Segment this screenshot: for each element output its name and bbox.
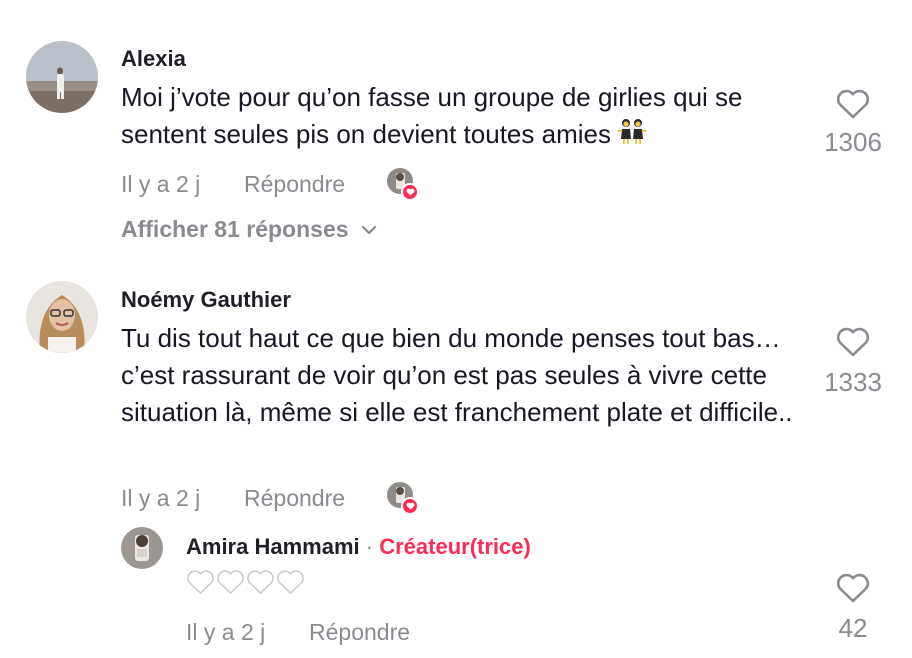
like-count: 1333: [824, 367, 882, 397]
reply-username[interactable]: Amira Hammami: [186, 534, 360, 559]
view-replies-label: Afficher 81 réponses: [121, 216, 349, 242]
view-replies-button[interactable]: Afficher 81 réponses: [121, 216, 377, 243]
avatar[interactable]: [26, 41, 98, 113]
white-heart-emoji: [276, 569, 305, 601]
heart-badge-icon: [401, 497, 419, 515]
reply-timestamp: Il y a 2 j: [186, 619, 266, 645]
comment-text: Moi j’vote pour qu’on fasse un groupe de…: [121, 79, 811, 155]
reply-button[interactable]: Répondre: [309, 619, 410, 646]
white-heart-emoji: [246, 569, 275, 601]
reply-button[interactable]: Répondre: [244, 171, 345, 198]
like-heart-icon[interactable]: [835, 326, 871, 358]
comment-timestamp: Il y a 2 j: [121, 171, 201, 197]
creator-liked-indicator: [387, 168, 421, 202]
comment-username[interactable]: Alexia: [121, 46, 186, 72]
like-heart-icon[interactable]: [835, 88, 871, 120]
avatar[interactable]: [121, 527, 163, 569]
like-count: 1306: [824, 127, 882, 157]
heart-badge-icon: [401, 183, 419, 201]
white-heart-emoji: [216, 569, 245, 601]
two-women-dancing-emoji: [618, 117, 647, 155]
reply-header: Amira Hammami · Créateur(trice): [186, 534, 531, 560]
comment-timestamp: Il y a 2 j: [121, 485, 201, 511]
white-heart-emoji: [186, 569, 215, 601]
reply-button[interactable]: Répondre: [244, 485, 345, 512]
comment-username[interactable]: Noémy Gauthier: [121, 287, 291, 313]
avatar[interactable]: [26, 281, 98, 353]
chevron-down-icon: [361, 225, 377, 235]
like-heart-icon[interactable]: [835, 572, 871, 604]
comment-text-content: Moi j’vote pour qu’on fasse un groupe de…: [121, 82, 743, 149]
like-count: 42: [838, 613, 868, 643]
reply-text: [186, 569, 305, 601]
name-separator: ·: [365, 534, 374, 559]
comment-text: Tu dis tout haut ce que bien du monde pe…: [121, 323, 793, 427]
creator-liked-indicator: [387, 482, 421, 516]
creator-badge: Créateur(trice): [379, 534, 531, 559]
